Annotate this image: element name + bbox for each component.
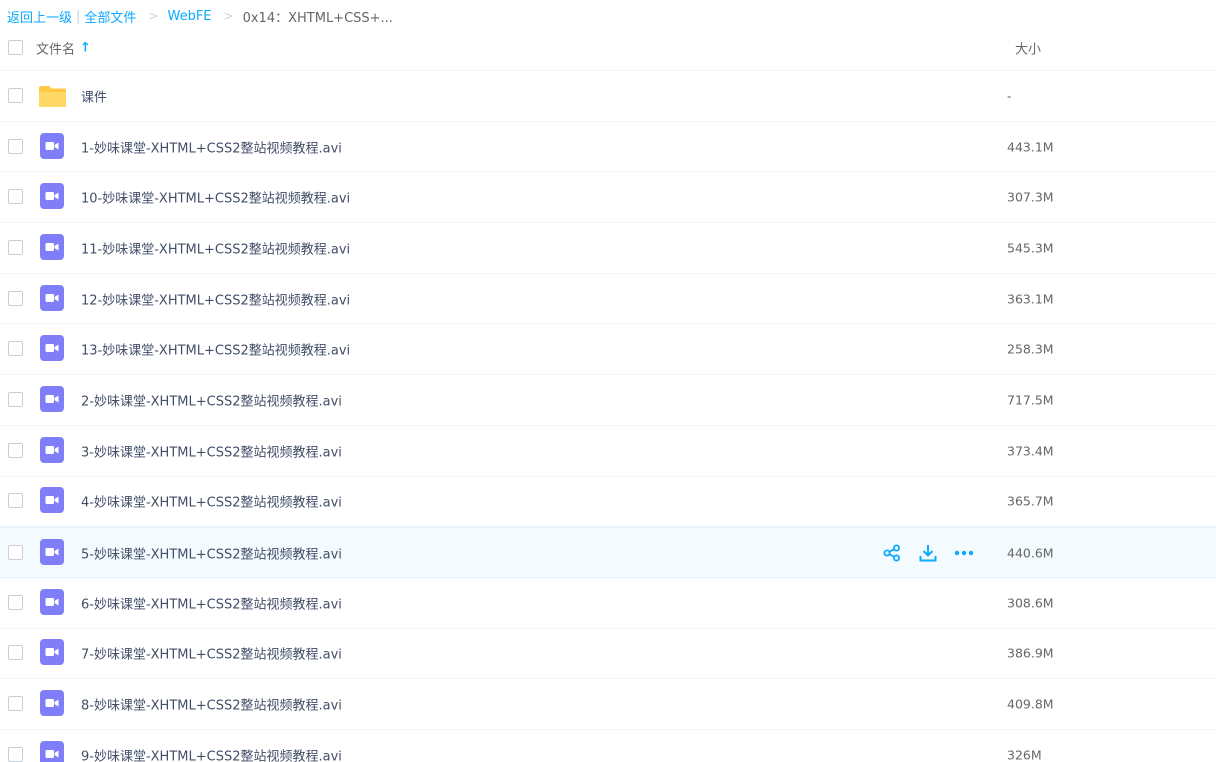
breadcrumb-current: 0x14：XHTML+CSS+... [242, 10, 393, 26]
file-size: - [1007, 88, 1012, 104]
video-icon [38, 538, 66, 567]
file-name[interactable]: 10-妙味课堂-XHTML+CSS2整站视频教程.avi [81, 188, 350, 207]
breadcrumb-separator: | [76, 8, 81, 24]
video-icon [38, 284, 66, 313]
file-name[interactable]: 9-妙味课堂-XHTML+CSS2整站视频教程.avi [81, 745, 342, 762]
row-checkbox[interactable] [8, 391, 23, 407]
file-name[interactable]: 课件 [81, 86, 107, 105]
more-icon [954, 550, 974, 556]
file-row[interactable]: 1-妙味课堂-XHTML+CSS2整站视频教程.avi 443.1M [0, 122, 1216, 173]
row-actions [882, 543, 974, 563]
size-column-header[interactable]: 大小 [1015, 38, 1041, 57]
file-size: 307.3M [1007, 189, 1054, 205]
row-checkbox[interactable] [8, 594, 23, 610]
row-checkbox[interactable] [8, 696, 23, 712]
file-size: 373.4M [1007, 443, 1054, 459]
all-files-link[interactable]: 全部文件 [84, 7, 136, 26]
video-icon [38, 183, 66, 211]
file-row[interactable]: 课件 - [0, 71, 1216, 122]
file-size: 386.9M [1007, 645, 1054, 661]
file-size: 717.5M [1007, 392, 1054, 408]
file-row[interactable]: 5-妙味课堂-XHTML+CSS2整站视频教程.avi 440.6M [0, 527, 1216, 578]
file-row[interactable]: 2-妙味课堂-XHTML+CSS2整站视频教程.avi 717.5M [0, 375, 1216, 426]
file-name[interactable]: 11-妙味课堂-XHTML+CSS2整站视频教程.avi [81, 238, 350, 257]
select-all-checkbox[interactable] [8, 39, 23, 55]
file-list-header: 文件名 ↑ 大小 [0, 25, 1216, 71]
breadcrumb-arrow-icon: > [223, 9, 234, 23]
file-size: 308.6M [1007, 595, 1054, 611]
row-checkbox[interactable] [8, 239, 23, 255]
file-row[interactable]: 13-妙味课堂-XHTML+CSS2整站视频教程.avi 258.3M [0, 324, 1216, 376]
file-name[interactable]: 3-妙味课堂-XHTML+CSS2整站视频教程.avi [81, 441, 342, 460]
file-row[interactable]: 12-妙味课堂-XHTML+CSS2整站视频教程.avi 363.1M [0, 274, 1216, 325]
file-name[interactable]: 5-妙味课堂-XHTML+CSS2整站视频教程.avi [81, 543, 342, 562]
video-icon [38, 335, 66, 363]
more-button[interactable] [954, 543, 974, 563]
video-icon [38, 487, 66, 515]
name-column-header[interactable]: 文件名 ↑ [36, 38, 91, 57]
share-button[interactable] [882, 543, 902, 563]
file-row[interactable]: 11-妙味课堂-XHTML+CSS2整站视频教程.avi 545.3M [0, 223, 1216, 274]
file-size: 409.8M [1007, 696, 1054, 712]
file-name[interactable]: 13-妙味课堂-XHTML+CSS2整站视频教程.avi [81, 340, 350, 359]
file-name[interactable]: 6-妙味课堂-XHTML+CSS2整站视频教程.avi [81, 593, 342, 612]
row-checkbox[interactable] [8, 544, 23, 560]
row-checkbox[interactable] [8, 746, 23, 762]
file-row[interactable]: 4-妙味课堂-XHTML+CSS2整站视频教程.avi 365.7M [0, 477, 1216, 528]
video-icon [38, 639, 66, 667]
video-icon [38, 588, 66, 617]
file-row[interactable]: 8-妙味课堂-XHTML+CSS2整站视频教程.avi 409.8M [0, 679, 1216, 730]
video-icon [38, 233, 66, 262]
file-name[interactable]: 8-妙味课堂-XHTML+CSS2整站视频教程.avi [81, 695, 342, 714]
file-row[interactable]: 7-妙味课堂-XHTML+CSS2整站视频教程.avi 386.9M [0, 629, 1216, 680]
row-checkbox[interactable] [8, 138, 23, 154]
breadcrumb-arrow-icon: > [148, 9, 159, 23]
video-icon [38, 132, 66, 161]
row-checkbox[interactable] [8, 341, 23, 357]
video-icon [38, 690, 66, 718]
row-checkbox[interactable] [8, 189, 23, 205]
file-size: 440.6M [1007, 545, 1054, 561]
row-checkbox[interactable] [8, 645, 23, 661]
sort-ascending-icon[interactable]: ↑ [80, 40, 91, 55]
file-size: 326M [1007, 747, 1042, 762]
file-row[interactable]: 3-妙味课堂-XHTML+CSS2整站视频教程.avi 373.4M [0, 426, 1216, 477]
file-rows: 课件 - 1-妙味课堂-XHTML+CSS2整站视频教程.avi 443.1M 10-妙… [0, 71, 1216, 762]
video-icon [38, 385, 66, 414]
file-list: 文件名 ↑ 大小 课件 - 1-妙味课堂-XHTML+CSS2整站视频教程.avi 4… [0, 25, 1216, 762]
file-size: 365.7M [1007, 493, 1054, 509]
file-name[interactable]: 12-妙味课堂-XHTML+CSS2整站视频教程.avi [81, 289, 350, 308]
video-icon [38, 740, 66, 762]
back-link[interactable]: 返回上一级 [7, 7, 72, 26]
video-icon [38, 436, 66, 465]
row-checkbox[interactable] [8, 290, 23, 306]
download-button[interactable] [918, 543, 938, 563]
breadcrumb: 返回上一级 | 全部文件 > WebFE > 0x14：XHTML+CSS+..… [7, 6, 393, 26]
file-name[interactable]: 2-妙味课堂-XHTML+CSS2整站视频教程.avi [81, 390, 342, 409]
file-row[interactable]: 10-妙味课堂-XHTML+CSS2整站视频教程.avi 307.3M [0, 172, 1216, 224]
file-name[interactable]: 4-妙味课堂-XHTML+CSS2整站视频教程.avi [81, 492, 342, 511]
file-name[interactable]: 7-妙味课堂-XHTML+CSS2整站视频教程.avi [81, 644, 342, 663]
share-icon [883, 544, 901, 562]
file-size: 363.1M [1007, 291, 1054, 307]
file-row[interactable]: 9-妙味课堂-XHTML+CSS2整站视频教程.avi 326M [0, 730, 1216, 762]
file-name[interactable]: 1-妙味课堂-XHTML+CSS2整站视频教程.avi [81, 137, 342, 156]
row-checkbox[interactable] [8, 493, 23, 509]
file-size: 443.1M [1007, 139, 1054, 155]
row-checkbox[interactable] [8, 442, 23, 458]
file-size: 258.3M [1007, 341, 1054, 357]
download-icon [919, 544, 937, 562]
folder-icon [38, 82, 66, 110]
file-size: 545.3M [1007, 240, 1054, 256]
name-column-label: 文件名 [36, 42, 76, 57]
row-checkbox[interactable] [8, 87, 23, 103]
breadcrumb-folder-link[interactable]: WebFE [167, 9, 211, 24]
file-row[interactable]: 6-妙味课堂-XHTML+CSS2整站视频教程.avi 308.6M [0, 578, 1216, 629]
